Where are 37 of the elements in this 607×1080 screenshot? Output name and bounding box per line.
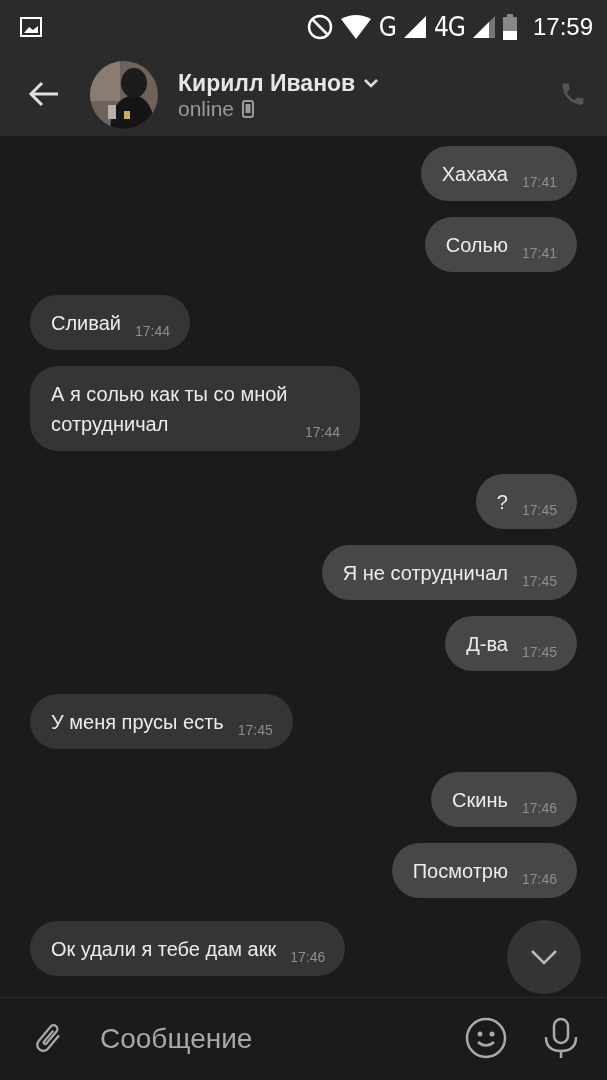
message-text: Хахаха bbox=[441, 162, 508, 187]
contact-name[interactable]: Кирилл Иванов bbox=[178, 69, 356, 97]
clock: 17:59 bbox=[532, 13, 593, 41]
signal-icon bbox=[403, 16, 426, 38]
message-text: Сливай bbox=[51, 311, 121, 336]
message-text: Я не сотрудничал bbox=[342, 561, 508, 586]
phone-device-icon bbox=[242, 99, 255, 118]
message-text: ? bbox=[496, 490, 508, 515]
message-text: Посмотрю bbox=[412, 859, 508, 884]
message-input[interactable]: Сообщение bbox=[86, 1023, 445, 1055]
message-text: Солью bbox=[445, 233, 508, 258]
message-time: 17:46 bbox=[521, 799, 557, 817]
message-time: 17:45 bbox=[521, 501, 557, 519]
message-text: Д-ва bbox=[466, 632, 508, 657]
message-time: 17:45 bbox=[521, 643, 557, 661]
wifi-icon bbox=[340, 15, 371, 39]
message-text: Скинь bbox=[452, 788, 508, 813]
network-label: 4G bbox=[433, 12, 465, 42]
message-time: 17:44 bbox=[135, 322, 171, 340]
message-time: 17:46 bbox=[290, 948, 326, 966]
message-time: 17:44 bbox=[304, 423, 340, 441]
chevron-down-icon bbox=[530, 949, 558, 965]
chevron-down-icon[interactable] bbox=[363, 78, 380, 88]
message-time: 17:46 bbox=[521, 870, 557, 888]
message-time: 17:45 bbox=[521, 572, 557, 590]
battery-icon bbox=[502, 14, 517, 40]
blocked-icon bbox=[306, 14, 333, 40]
image-icon bbox=[20, 17, 42, 37]
online-status: online bbox=[178, 96, 235, 121]
signal-icon bbox=[472, 16, 495, 38]
message-time: 17:41 bbox=[521, 173, 557, 191]
message-text: А я солью как ты со мной сотрудничал bbox=[51, 382, 289, 437]
message-text: У меня прусы есть bbox=[51, 710, 224, 735]
message-time: 17:45 bbox=[237, 721, 273, 739]
network-label: G bbox=[378, 12, 396, 42]
message-time: 17:41 bbox=[521, 244, 557, 262]
message-text: Ок удали я тебе дам акк bbox=[51, 937, 277, 962]
